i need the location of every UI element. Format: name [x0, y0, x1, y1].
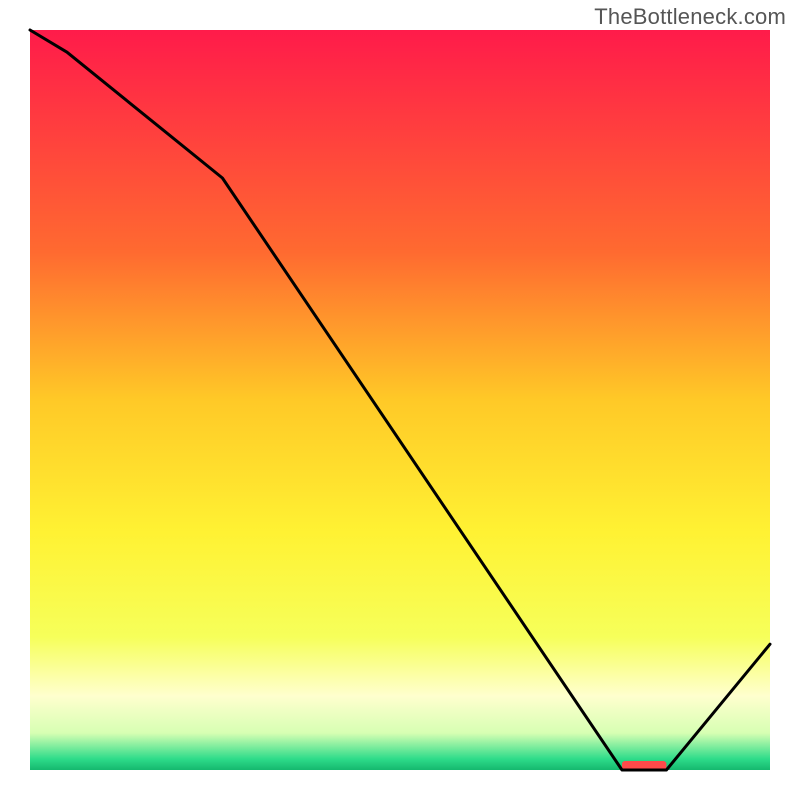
plot-background — [30, 30, 770, 770]
chart-stage: TheBottleneck.com — [0, 0, 800, 800]
bottleneck-chart — [0, 0, 800, 800]
